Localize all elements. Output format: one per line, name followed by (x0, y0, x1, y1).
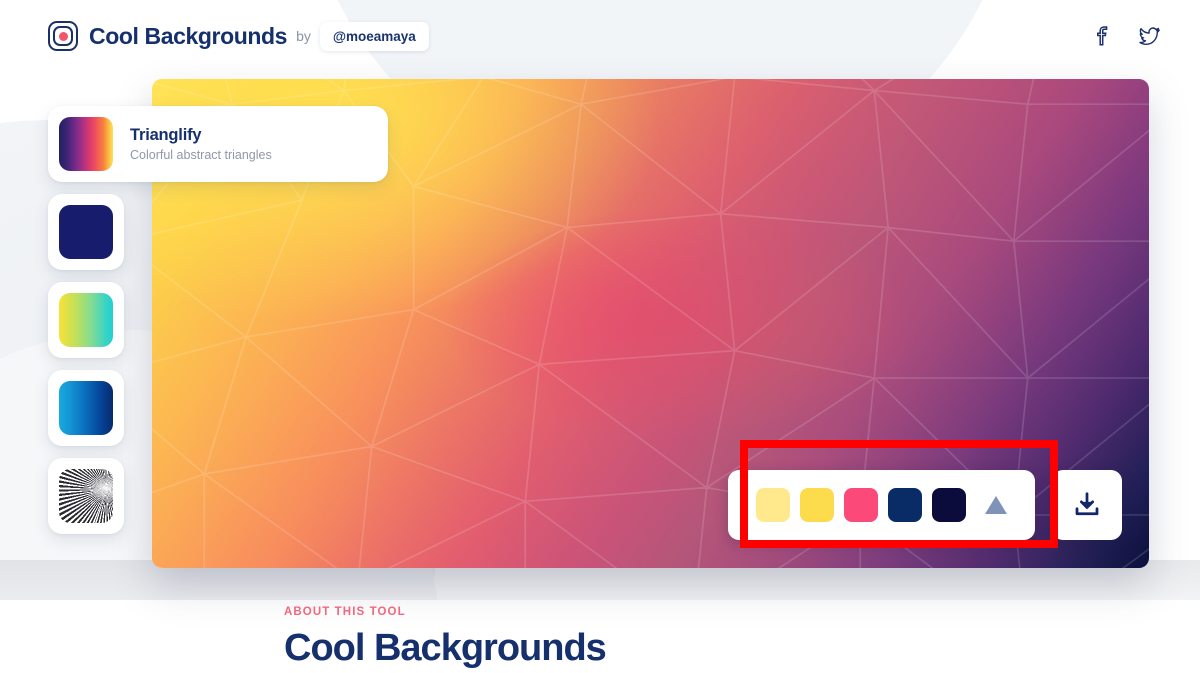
triangle-icon[interactable] (985, 496, 1007, 514)
thumbnail-trianglify (59, 117, 113, 171)
thumbnail-gradient (59, 205, 113, 259)
page-title: Cool Backgrounds (89, 22, 288, 49)
sidebar-item-trianglify[interactable]: Trianglify Colorful abstract triangles (48, 106, 388, 182)
download-button[interactable] (1052, 470, 1122, 540)
thumbnail-particles (59, 381, 113, 435)
sidebar-item-label: Trianglify (130, 125, 202, 144)
logo-inner-square (53, 26, 73, 46)
palette-swatch-1[interactable] (756, 488, 790, 522)
sidebar-item-topography[interactable] (48, 458, 124, 534)
palette-swatch-2[interactable] (800, 488, 834, 522)
sidebar-item-particles[interactable] (48, 370, 124, 446)
brand-logo[interactable]: Cool Backgrounds (48, 21, 287, 51)
author-badge[interactable]: @moeamaya (319, 21, 429, 51)
background-type-sidebar: Trianglify Colorful abstract triangles (48, 106, 388, 546)
palette-swatch-3[interactable] (844, 488, 878, 522)
sidebar-item-gradient[interactable] (48, 194, 124, 270)
logo-dot (58, 31, 68, 41)
preview-toolbar (728, 470, 1122, 540)
about-title: Cool Backgrounds (284, 627, 607, 669)
thumbnail-fluid (59, 293, 113, 347)
palette-swatch-4[interactable] (888, 488, 922, 522)
sidebar-item-description: Colorful abstract triangles (130, 148, 272, 163)
social-links (1090, 25, 1160, 47)
site-header: Cool Backgrounds by @moeamaya (0, 0, 1200, 72)
about-section: ABOUT THIS TOOL Cool Backgrounds (284, 606, 607, 669)
byline-label: by (296, 28, 311, 44)
thumbnail-topography (59, 469, 113, 523)
sidebar-item-text: Trianglify Colorful abstract triangles (130, 125, 272, 164)
cool-backgrounds-logo-icon (48, 21, 78, 51)
about-eyebrow: ABOUT THIS TOOL (284, 606, 406, 618)
twitter-icon[interactable] (1138, 25, 1160, 47)
palette-swatch-5[interactable] (932, 488, 966, 522)
sidebar-item-fluid[interactable] (48, 282, 124, 358)
facebook-icon[interactable] (1090, 25, 1112, 47)
color-palette[interactable] (728, 470, 1035, 540)
